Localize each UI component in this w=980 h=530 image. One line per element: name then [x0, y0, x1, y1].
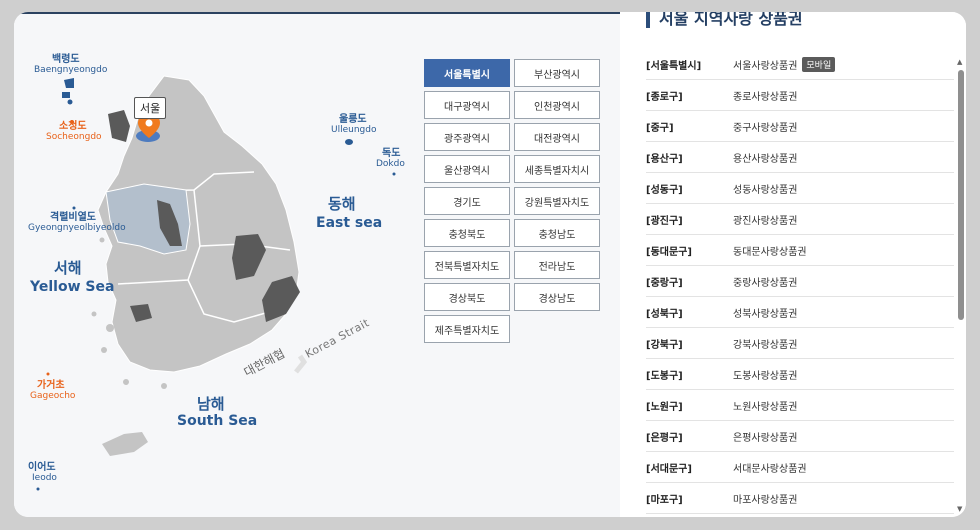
scroll-up-icon[interactable]: ▲	[957, 58, 962, 66]
voucher-link[interactable]: 광진사랑상품권	[733, 212, 797, 227]
voucher-link[interactable]: 용산사랑상품권	[733, 150, 797, 165]
region-button[interactable]: 부산광역시	[514, 59, 600, 87]
voucher-link[interactable]: 노원사랑상품권	[733, 398, 797, 413]
region-button[interactable]: 전북특별자치도	[424, 251, 510, 279]
district-name: [마포구]	[646, 494, 683, 506]
voucher-link[interactable]: 종로사랑상품권	[733, 88, 797, 103]
dokdo-label-ko: 독도	[382, 148, 401, 159]
region-button[interactable]: 경상남도	[514, 283, 600, 311]
region-button[interactable]: 충청남도	[514, 219, 600, 247]
region-button[interactable]: 인천광역시	[514, 91, 600, 119]
voucher-row[interactable]: [광진구] 광진사랑상품권	[646, 204, 954, 235]
district-name: [도봉구]	[646, 370, 683, 382]
south-sea-label-ko: 남해	[197, 395, 225, 413]
voucher-card: 백령도 Baengnyeongdo 서울 소청도 Socheongdo 울릉도 …	[14, 12, 966, 517]
list-title: 서울 지역사랑 상품권	[646, 12, 803, 28]
region-button[interactable]: 전라남도	[514, 251, 600, 279]
shaded-district-north[interactable]	[108, 110, 130, 142]
gyeokyeolbiyeoldo-label-en: Gyeongnyeolbiyeoldo	[28, 223, 126, 233]
region-button[interactable]: 강원특별자치도	[514, 187, 600, 215]
socheongdo-label-ko: 소청도	[59, 121, 87, 132]
district-name: [강북구]	[646, 339, 683, 351]
district-name: [종로구]	[646, 91, 683, 103]
voucher-list: [서울특별시] 서울사랑상품권 모바일 [종로구] 종로사랑상품권 [중구] 중구사랑상품권…	[646, 49, 954, 514]
ulleungdo-label-ko: 울릉도	[339, 114, 367, 125]
voucher-row[interactable]: [도봉구] 도봉사랑상품권	[646, 359, 954, 390]
district-name: [서대문구]	[646, 463, 692, 475]
voucher-row[interactable]: [동대문구] 동대문사랑상품권	[646, 235, 954, 266]
district-name: [성북구]	[646, 308, 683, 320]
yellow-sea-label-ko: 서해	[54, 259, 82, 277]
jeju-island[interactable]	[102, 432, 148, 456]
list-scrollbar[interactable]: ▲ ▼	[957, 58, 965, 513]
ulleungdo-label-en: Ulleungdo	[331, 125, 377, 135]
voucher-link[interactable]: 서울사랑상품권	[733, 57, 797, 72]
baengnyeongdo-label-ko: 백령도	[52, 54, 80, 65]
voucher-row[interactable]: [성동구] 성동사랑상품권	[646, 173, 954, 204]
voucher-row[interactable]: [마포구] 마포사랑상품권	[646, 483, 954, 514]
district-name: [용산구]	[646, 153, 683, 165]
ieodo-label-en: Ieodo	[32, 473, 57, 483]
voucher-row[interactable]: [서울특별시] 서울사랑상품권 모바일	[646, 49, 954, 80]
voucher-row[interactable]: [노원구] 노원사랑상품권	[646, 390, 954, 421]
region-selector: 서울특별시 부산광역시 대구광역시 인천광역시 광주광역시 대전광역시 울산광역시 세종특별자…	[424, 59, 602, 343]
voucher-row[interactable]: [강북구] 강북사랑상품권	[646, 328, 954, 359]
gyeokyeolbiyeoldo-label-ko: 격렬비열도	[50, 212, 96, 223]
mobile-badge: 모바일	[802, 56, 836, 72]
voucher-row[interactable]: [용산구] 용산사랑상품권	[646, 142, 954, 173]
voucher-link[interactable]: 서대문사랑상품권	[733, 460, 807, 475]
baengnyeongdo-label-en: Baengnyeongdo	[34, 65, 108, 75]
voucher-row[interactable]: [종로구] 종로사랑상품권	[646, 80, 954, 111]
voucher-link[interactable]: 중랑사랑상품권	[733, 274, 797, 289]
gageocho-label-ko: 가거초	[37, 380, 65, 391]
dokdo-label-en: Dokdo	[376, 159, 405, 169]
voucher-link[interactable]: 마포사랑상품권	[733, 491, 797, 506]
scroll-down-icon[interactable]: ▼	[957, 505, 962, 513]
voucher-row[interactable]: [은평구] 은평사랑상품권	[646, 421, 954, 452]
district-name: [성동구]	[646, 184, 683, 196]
ieodo-label-ko: 이어도	[28, 462, 56, 473]
east-sea-label-ko: 동해	[328, 195, 356, 213]
voucher-link[interactable]: 중구사랑상품권	[733, 119, 797, 134]
voucher-link[interactable]: 강북사랑상품권	[733, 336, 797, 351]
district-name: [서울특별시]	[646, 60, 702, 72]
region-button[interactable]: 경상북도	[424, 283, 510, 311]
district-name: [중랑구]	[646, 277, 683, 289]
yellow-sea-label-en: Yellow Sea	[30, 279, 115, 295]
voucher-link[interactable]: 성북사랑상품권	[733, 305, 797, 320]
dokdo-island[interactable]	[392, 172, 396, 176]
voucher-list-panel: 서울 지역사랑 상품권 [서울특별시] 서울사랑상품권 모바일 [종로구] 종로사랑상품…	[620, 12, 966, 517]
region-button[interactable]: 대전광역시	[514, 123, 600, 151]
district-name: [광진구]	[646, 215, 683, 227]
voucher-row[interactable]: [성북구] 성북사랑상품권	[646, 297, 954, 328]
voucher-link[interactable]: 동대문사랑상품권	[733, 243, 807, 258]
baengnyeongdo-island[interactable]	[64, 78, 74, 88]
region-button[interactable]: 세종특별자치시	[514, 155, 600, 183]
east-sea-label-en: East sea	[316, 215, 383, 231]
district-name: [은평구]	[646, 432, 683, 444]
region-button[interactable]: 대구광역시	[424, 91, 510, 119]
scrollbar-thumb[interactable]	[958, 70, 964, 320]
district-name: [동대문구]	[646, 246, 692, 258]
voucher-link[interactable]: 도봉사랑상품권	[733, 367, 797, 382]
region-button[interactable]: 제주특별자치도	[424, 315, 510, 343]
voucher-link[interactable]: 성동사랑상품권	[733, 181, 797, 196]
voucher-row[interactable]: [중랑구] 중랑사랑상품권	[646, 266, 954, 297]
region-button[interactable]: 경기도	[424, 187, 510, 215]
district-name: [노원구]	[646, 401, 683, 413]
region-button[interactable]: 충청북도	[424, 219, 510, 247]
region-button[interactable]: 광주광역시	[424, 123, 510, 151]
voucher-row[interactable]: [중구] 중구사랑상품권	[646, 111, 954, 142]
seoul-tag: 서울	[134, 97, 167, 119]
district-name: [중구]	[646, 122, 674, 134]
region-button[interactable]: 울산광역시	[424, 155, 510, 183]
south-sea-label-en: South Sea	[177, 413, 258, 429]
socheongdo-label-en: Socheongdo	[46, 132, 102, 142]
region-button[interactable]: 서울특별시	[424, 59, 510, 87]
gageocho-label-en: Gageocho	[30, 391, 76, 401]
voucher-row[interactable]: [서대문구] 서대문사랑상품권	[646, 452, 954, 483]
korea-map-panel: 백령도 Baengnyeongdo 서울 소청도 Socheongdo 울릉도 …	[14, 12, 620, 517]
ulleungdo-island[interactable]	[345, 139, 353, 145]
voucher-link[interactable]: 은평사랑상품권	[733, 429, 797, 444]
